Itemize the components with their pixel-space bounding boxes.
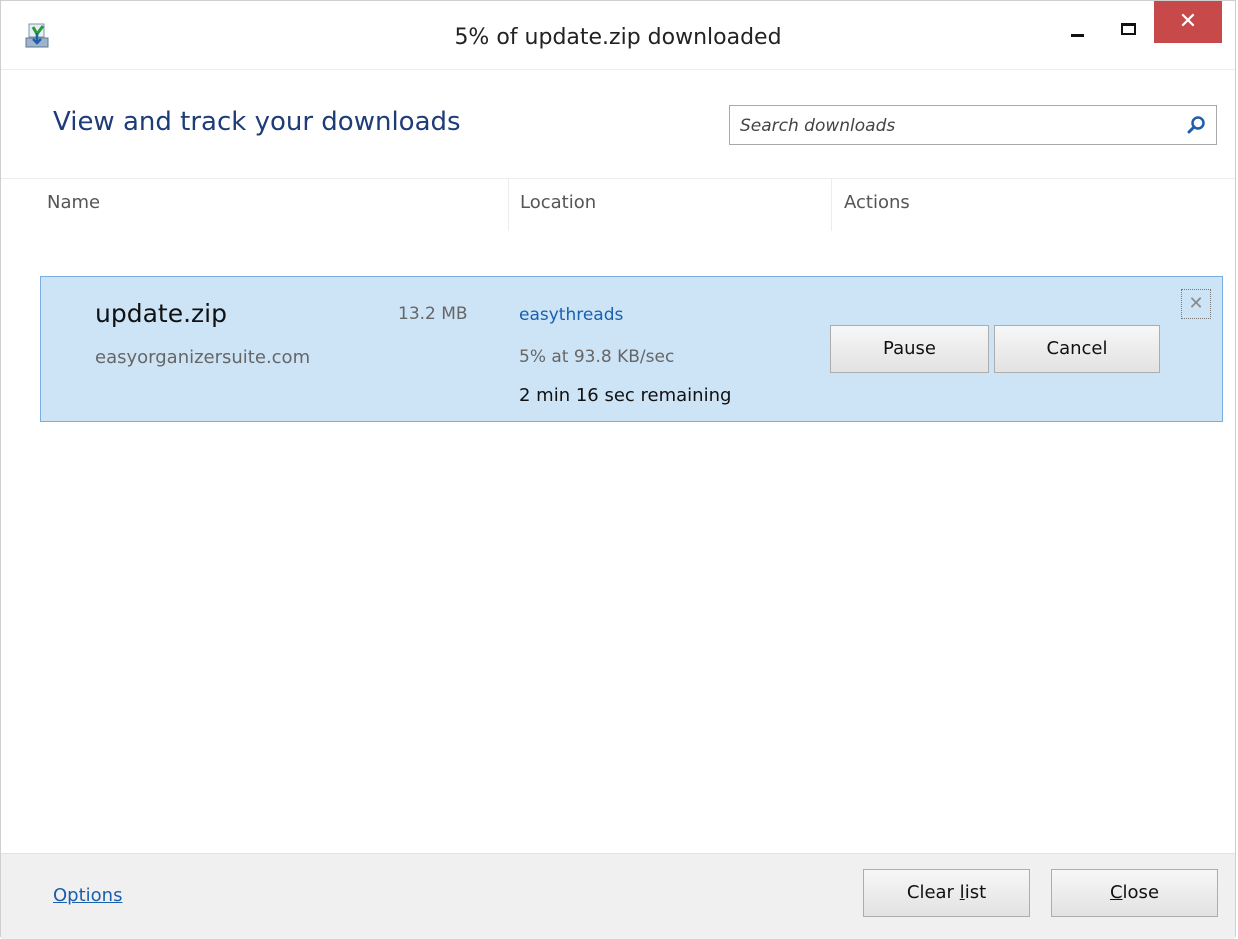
download-progress: 5% at 93.8 KB/sec (519, 347, 675, 367)
search-icon[interactable] (1186, 115, 1206, 135)
download-size: 13.2 MB (398, 304, 468, 324)
pause-button[interactable]: Pause (830, 325, 989, 373)
download-filename: update.zip (95, 299, 227, 328)
title-bar[interactable]: 5% of update.zip downloaded ✕ (1, 1, 1235, 70)
clear-label-part: Clear (906, 882, 960, 903)
column-header-name[interactable]: Name (47, 192, 100, 213)
download-row[interactable]: update.zip 13.2 MB easyorganizersuite.co… (40, 276, 1223, 422)
header-divider (1, 178, 1235, 179)
search-box[interactable] (729, 105, 1217, 145)
footer-bar: Options Clear list Close (1, 853, 1235, 939)
clear-label-part: ist (964, 882, 987, 903)
window-title: 5% of update.zip downloaded (454, 25, 782, 50)
close-label-accesskey: C (1109, 882, 1123, 903)
page-title: View and track your downloads (53, 107, 461, 137)
minimize-icon[interactable] (1059, 1, 1099, 43)
close-label-part: lose (1122, 882, 1160, 903)
close-icon[interactable]: ✕ (1154, 1, 1222, 43)
options-link[interactable]: Options (53, 885, 122, 906)
cancel-button[interactable]: Cancel (994, 325, 1160, 373)
download-location-link[interactable]: easythreads (519, 305, 623, 325)
remove-item-icon[interactable]: ✕ (1181, 289, 1211, 319)
download-remaining: 2 min 16 sec remaining (519, 385, 732, 406)
column-separator (508, 179, 509, 231)
column-header-actions: Actions (844, 192, 910, 213)
maximize-icon[interactable] (1109, 1, 1149, 43)
close-button[interactable]: Close (1051, 869, 1218, 917)
clear-list-button[interactable]: Clear list (863, 869, 1030, 917)
downloads-window: 5% of update.zip downloaded ✕ View and t… (0, 0, 1236, 939)
search-input[interactable] (738, 114, 1172, 138)
column-header-location[interactable]: Location (520, 192, 596, 213)
download-source: easyorganizersuite.com (95, 347, 311, 368)
column-separator (831, 179, 832, 231)
